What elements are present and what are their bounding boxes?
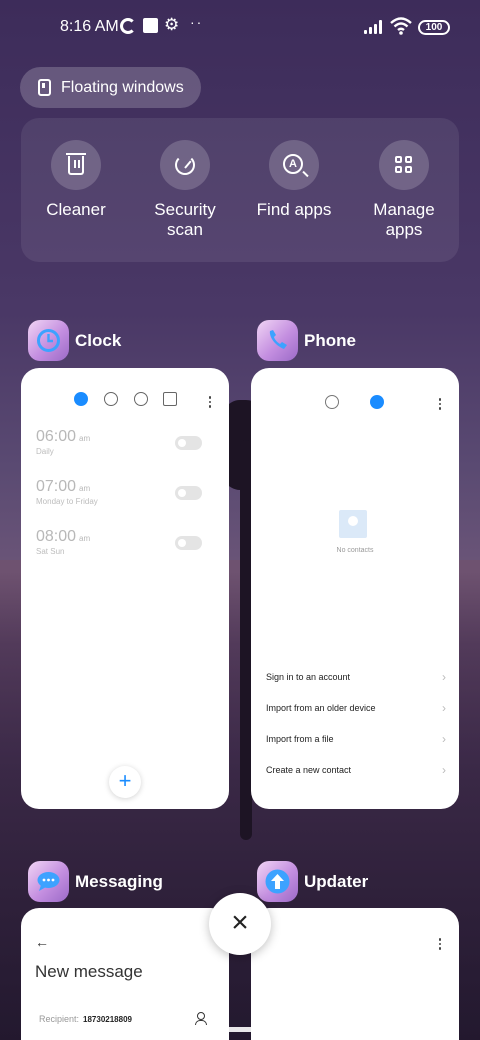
alarm-toggle[interactable] — [175, 486, 202, 500]
clock-tabs — [21, 392, 229, 408]
more-options-icon[interactable] — [438, 398, 442, 412]
back-arrow-icon[interactable]: ← — [35, 934, 49, 950]
phone-app-name: Phone — [304, 330, 356, 350]
updater-app-header[interactable]: Updater — [257, 861, 368, 902]
create-contact-link[interactable]: Create a new contact › — [266, 763, 446, 777]
signal-icon — [364, 20, 386, 34]
scan-icon — [160, 140, 210, 190]
contacts-tab-icon[interactable] — [370, 395, 384, 409]
manage-apps-button[interactable]: Manage apps — [349, 140, 459, 240]
updater-app-card[interactable] — [251, 908, 459, 1040]
floating-windows-button[interactable]: Floating windows — [20, 67, 201, 108]
contact-placeholder-icon — [339, 510, 367, 538]
phone-app-icon — [257, 320, 298, 361]
trash-icon — [51, 140, 101, 190]
alarm-item[interactable]: 08:00 am Sat Sun — [36, 528, 216, 556]
call-log-tab-icon[interactable] — [325, 395, 339, 409]
phone-app-header[interactable]: Phone — [257, 320, 356, 361]
messaging-app-name: Messaging — [75, 871, 163, 891]
quick-actions-panel: Cleaner Security scan A Find apps Manage a… — [21, 118, 459, 262]
wifi-icon — [390, 17, 412, 35]
square-icon — [143, 18, 158, 33]
stopwatch-tab-icon[interactable] — [134, 392, 148, 406]
close-all-button[interactable]: × — [209, 893, 271, 955]
clock-app-card[interactable]: 06:00 am Daily 07:00 am Monday to Friday 0… — [21, 368, 229, 809]
battery-icon: 100 — [418, 20, 450, 35]
updater-app-icon — [257, 861, 298, 902]
grid-icon — [379, 140, 429, 190]
alarm-tab-icon[interactable] — [74, 392, 88, 406]
world-clock-tab-icon[interactable] — [104, 392, 118, 406]
clock-app-header[interactable]: Clock — [28, 320, 121, 361]
import-old-device-link[interactable]: Import from an older device › — [266, 701, 446, 715]
chevron-right-icon: › — [442, 763, 446, 777]
status-time: 8:16 AM — [60, 18, 119, 35]
find-apps-label: Find apps — [256, 200, 332, 219]
floating-window-icon — [38, 79, 51, 96]
recipient-field[interactable]: Recipient: 18730218809 — [39, 1014, 132, 1024]
more-options-icon[interactable] — [438, 938, 442, 952]
home-indicator[interactable] — [151, 1027, 329, 1032]
data-saver-icon — [120, 18, 136, 34]
messaging-app-card[interactable]: ← New message Recipient: 18730218809 — [21, 908, 229, 1040]
chevron-right-icon: › — [442, 701, 446, 715]
more-options-icon[interactable] — [208, 396, 212, 410]
clock-app-icon — [28, 320, 69, 361]
phone-app-card[interactable]: No contacts Sign in to an account › Impor… — [251, 368, 459, 809]
cleaner-label: Cleaner — [46, 200, 106, 219]
chevron-right-icon: › — [442, 732, 446, 746]
floating-windows-label: Floating windows — [61, 78, 184, 96]
clock-app-name: Clock — [75, 330, 122, 350]
alarm-item[interactable]: 07:00 am Monday to Friday — [36, 478, 216, 506]
find-apps-icon: A — [269, 140, 319, 190]
import-file-link[interactable]: Import from a file › — [266, 732, 446, 746]
new-message-title: New message — [35, 962, 143, 981]
messaging-app-header[interactable]: Messaging — [28, 861, 163, 902]
messaging-app-icon — [28, 861, 69, 902]
chevron-right-icon: › — [442, 670, 446, 684]
contact-picker-icon[interactable] — [195, 1012, 207, 1025]
security-scan-label: Security scan — [154, 200, 216, 239]
timer-tab-icon[interactable] — [163, 392, 177, 406]
cleaner-button[interactable]: Cleaner — [21, 140, 131, 220]
alarm-toggle[interactable] — [175, 536, 202, 550]
no-contacts-text: No contacts — [336, 547, 374, 554]
status-bar: 8:16 AM ⚙ ·· 100 — [0, 0, 480, 56]
gear-icon: ⚙ — [164, 15, 180, 34]
manage-apps-label: Manage apps — [373, 200, 435, 239]
more-dots-icon: ·· — [190, 14, 204, 30]
find-apps-button[interactable]: A Find apps — [239, 140, 349, 220]
security-scan-button[interactable]: Security scan — [130, 140, 240, 240]
add-alarm-button[interactable]: + — [109, 766, 141, 798]
sign-in-link[interactable]: Sign in to an account › — [266, 670, 446, 684]
alarm-item[interactable]: 06:00 am Daily — [36, 428, 216, 456]
alarm-toggle[interactable] — [175, 436, 202, 450]
updater-app-name: Updater — [304, 871, 369, 891]
